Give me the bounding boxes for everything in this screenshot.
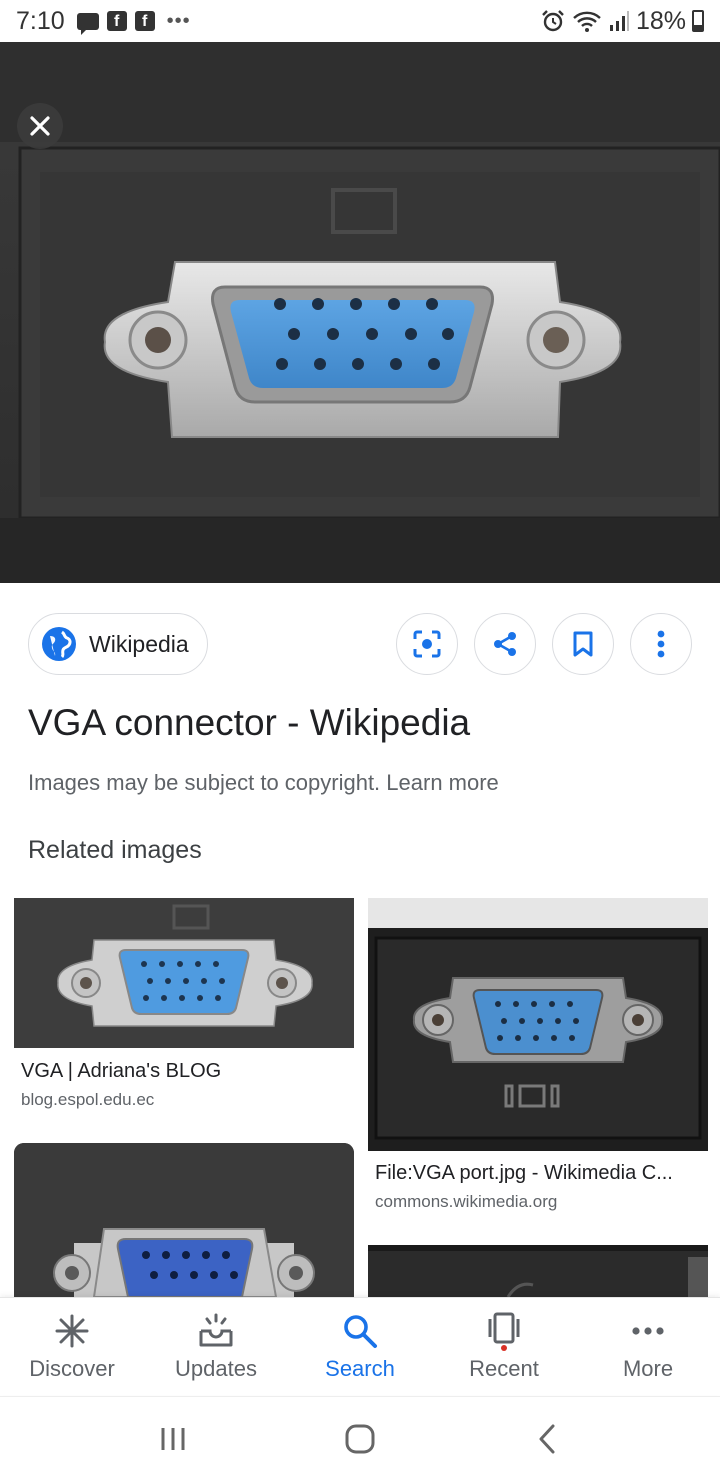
related-image-domain: blog.espol.edu.ec — [21, 1090, 155, 1109]
recent-apps-icon — [161, 1427, 185, 1450]
home-icon — [345, 1424, 375, 1453]
related-thumbnail — [368, 898, 708, 1151]
main-image[interactable] — [0, 42, 720, 583]
nav-more[interactable]: More — [576, 1298, 720, 1395]
source-row: Wikipedia — [28, 613, 692, 675]
recent-apps-button[interactable] — [143, 1409, 203, 1469]
nav-label: Discover — [29, 1355, 115, 1381]
wifi-icon — [573, 11, 601, 32]
related-image-title: File:VGA port.jpg - Wikimedia C... — [375, 1162, 673, 1184]
bookmark-button[interactable] — [552, 613, 614, 675]
related-image-card[interactable]: File:VGA port.jpg - Wikimedia C... commo… — [368, 898, 708, 1220]
message-icon — [76, 12, 99, 35]
signal-icon — [609, 11, 629, 31]
lens-button[interactable] — [396, 613, 458, 675]
related-thumbnail — [14, 898, 354, 1048]
system-navigation-bar — [0, 1396, 720, 1480]
related-image-card[interactable]: VGA | Adriana's BLOG blog.espol.edu.ec — [14, 898, 354, 1118]
facebook-icon: f — [106, 11, 127, 31]
related-image-card[interactable] — [368, 1245, 708, 1297]
inbox-icon — [199, 1313, 233, 1346]
vga-port-photo — [0, 42, 720, 583]
nav-search[interactable]: Search — [288, 1298, 432, 1395]
battery-icon — [692, 10, 704, 32]
home-button[interactable] — [330, 1409, 390, 1469]
more-dots-icon — [632, 1326, 664, 1335]
more-dots-icon: ••• — [166, 9, 191, 32]
battery-percentage: 18% — [635, 6, 686, 35]
related-image-domain: commons.wikimedia.org — [375, 1192, 558, 1211]
status-bar: 7:10 f f ••• 18% — [0, 0, 720, 42]
source-name: Wikipedia — [89, 630, 189, 657]
status-time: 7:10 — [16, 6, 65, 35]
facebook-icon: f — [134, 11, 155, 31]
alarm-icon — [542, 10, 564, 32]
bookmark-icon — [573, 631, 593, 657]
nav-label: Search — [325, 1355, 395, 1381]
share-button[interactable] — [474, 613, 536, 675]
nav-recent[interactable]: Recent — [432, 1298, 576, 1395]
close-button[interactable] — [17, 103, 63, 149]
close-icon — [30, 116, 50, 136]
globe-icon — [42, 627, 76, 661]
copyright-note[interactable]: Images may be subject to copyright. Lear… — [28, 770, 499, 796]
source-chip[interactable]: Wikipedia — [28, 613, 208, 675]
related-image-title: VGA | Adriana's BLOG — [21, 1060, 222, 1082]
nav-discover[interactable]: Discover — [0, 1298, 144, 1395]
lens-icon — [413, 630, 441, 658]
search-icon — [344, 1314, 377, 1348]
related-thumbnail — [14, 1143, 354, 1297]
back-button[interactable] — [517, 1409, 577, 1469]
more-vert-icon — [657, 630, 665, 658]
nav-label: Recent — [469, 1355, 539, 1381]
more-options-button[interactable] — [630, 613, 692, 675]
system-icons: 18% — [540, 7, 704, 36]
bottom-navigation: Discover Updates Search Recent More — [0, 1297, 720, 1395]
share-icon — [494, 632, 516, 656]
related-image-card[interactable] — [14, 1143, 354, 1297]
nav-label: More — [622, 1355, 674, 1381]
action-buttons — [396, 613, 692, 675]
notification-icons: f f ••• — [76, 9, 191, 35]
result-title[interactable]: VGA connector - Wikipedia — [28, 702, 470, 744]
related-images-heading: Related images — [28, 836, 202, 864]
nav-label: Updates — [175, 1355, 257, 1381]
recent-icon — [488, 1312, 520, 1351]
related-thumbnail — [368, 1245, 708, 1297]
asterisk-icon — [55, 1314, 89, 1347]
nav-updates[interactable]: Updates — [144, 1298, 288, 1395]
back-icon — [539, 1424, 555, 1453]
